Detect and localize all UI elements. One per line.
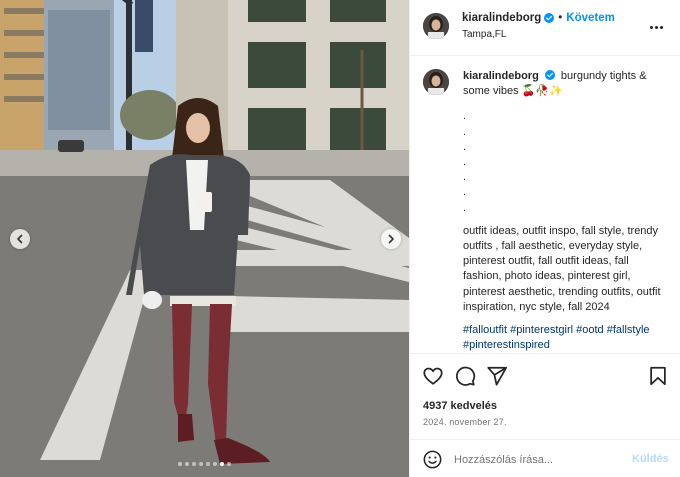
verified-badge-icon: [544, 70, 555, 80]
more-options-icon: [649, 25, 653, 29]
like-button[interactable]: [422, 365, 444, 387]
hashtag-link[interactable]: #pinterestinspired: [463, 339, 550, 351]
carousel-next-button[interactable]: [381, 229, 401, 249]
smiley-icon: [423, 450, 442, 469]
hashtag-link[interactable]: #pinterestgirl: [510, 324, 573, 336]
caption-dot-line: .: [463, 155, 467, 168]
caption-dot-lines: .......: [463, 109, 669, 215]
street-scene-image: [0, 0, 409, 477]
emoji-button[interactable]: [423, 450, 442, 469]
caption-hashtags: #falloutfit #pinterestgirl #ootd #fallst…: [463, 323, 669, 353]
likes-count[interactable]: 4937 kedvelés: [423, 400, 497, 412]
chevron-left-icon: [17, 234, 23, 244]
carousel-dot: [199, 462, 203, 466]
caption-text: kiaralindeborg burgundy tights & some vi…: [463, 69, 669, 353]
caption-dot-line: .: [463, 186, 467, 199]
caption-dot-line: .: [463, 140, 467, 153]
carousel-dot: [220, 462, 224, 466]
carousel-dot: [213, 462, 217, 466]
header-username[interactable]: kiaralindeborg: [462, 12, 541, 24]
comment-bar: Küldés: [410, 439, 680, 477]
caption-dot-line: .: [463, 171, 467, 184]
avatar-image: [423, 69, 449, 95]
carousel-dot: [227, 462, 231, 466]
chevron-right-icon: [388, 234, 394, 244]
carousel-dot: [206, 462, 210, 466]
carousel-dot: [185, 462, 189, 466]
hashtag-link[interactable]: #ootd: [576, 324, 604, 336]
avatar[interactable]: [423, 13, 449, 39]
comment-button[interactable]: [454, 365, 476, 387]
bookmark-icon: [650, 366, 666, 386]
comment-input[interactable]: [454, 450, 624, 469]
location-link[interactable]: Tampa,FL: [462, 29, 506, 40]
heart-icon: [423, 367, 443, 385]
caption-dot-line: .: [463, 125, 467, 138]
post-panel: kiaralindeborg • Követem Tampa,FL kiaral…: [409, 0, 680, 477]
caption-avatar[interactable]: [423, 69, 449, 95]
paper-plane-icon: [487, 366, 508, 386]
caption-keywords: outfit ideas, outfit inspo, fall style, …: [463, 224, 661, 313]
header-separator: •: [558, 12, 563, 24]
post-date[interactable]: 2024. november 27.: [423, 417, 507, 427]
caption-area[interactable]: kiaralindeborg burgundy tights & some vi…: [410, 57, 680, 353]
caption-username[interactable]: kiaralindeborg: [463, 70, 539, 82]
caption-dot-line: .: [463, 110, 467, 123]
carousel-prev-button[interactable]: [10, 229, 30, 249]
post-actions: 4937 kedvelés 2024. november 27.: [410, 353, 680, 439]
post-comment-button[interactable]: Küldés: [632, 453, 669, 465]
share-button[interactable]: [486, 365, 508, 387]
carousel-dot: [178, 462, 182, 466]
caption-dot-line: .: [463, 201, 467, 214]
avatar-image: [423, 13, 449, 39]
carousel-indicator: [0, 462, 409, 466]
save-button[interactable]: [647, 365, 669, 387]
hashtag-link[interactable]: #falloutfit: [463, 324, 507, 336]
follow-button[interactable]: Követem: [566, 12, 615, 24]
post-photo[interactable]: [0, 0, 409, 477]
more-options-dot: [659, 25, 663, 29]
more-options-dot: [654, 25, 658, 29]
carousel-dot: [192, 462, 196, 466]
comment-bubble-icon: [456, 366, 476, 386]
header-user-line: kiaralindeborg • Követem: [462, 12, 615, 24]
caption-username-text: kiaralindeborg: [463, 70, 539, 82]
verified-badge-icon: [544, 13, 555, 23]
hashtag-link[interactable]: #fallstyle: [607, 324, 650, 336]
more-options-button[interactable]: [646, 19, 666, 35]
post-header: kiaralindeborg • Követem Tampa,FL: [410, 0, 680, 56]
